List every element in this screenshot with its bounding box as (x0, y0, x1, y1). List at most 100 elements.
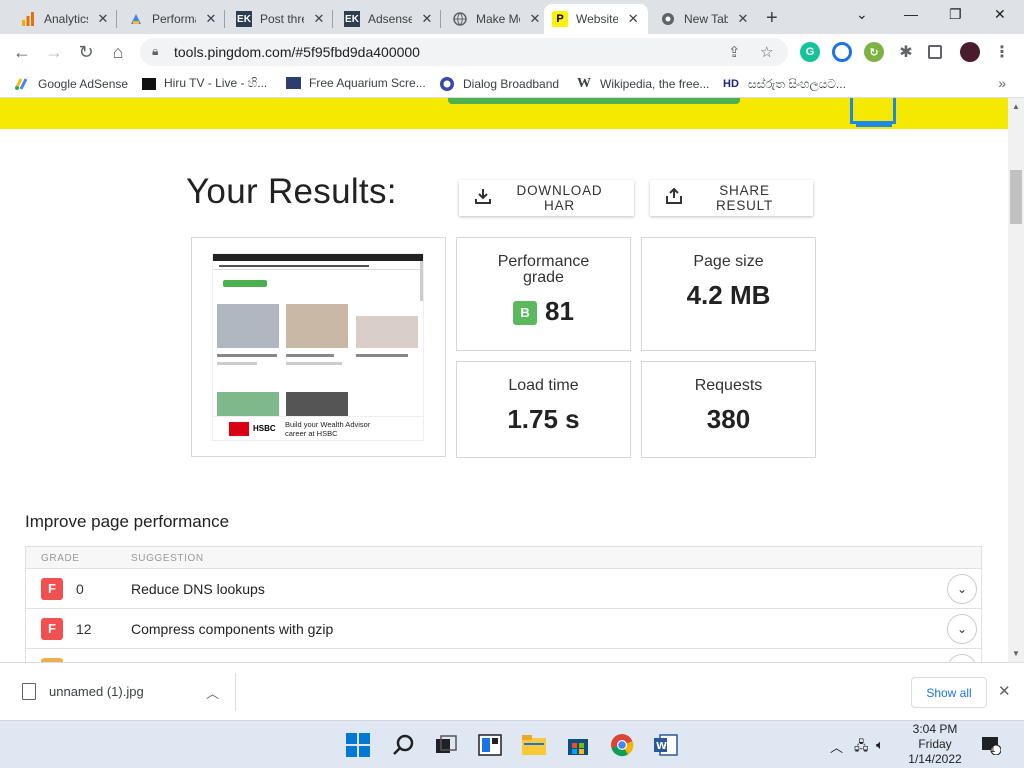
restore-icon[interactable]: ❐ (949, 6, 962, 23)
monitor-stand (856, 124, 892, 127)
reload-icon[interactable]: ↻ (74, 40, 98, 64)
word-icon[interactable]: W (653, 732, 679, 758)
network-icon[interactable]: 🖧︎ (854, 737, 869, 759)
performance-grade-value: B 81 (457, 296, 630, 327)
browser-toolbar: ← → ↻ ⌂ 🔒︎ tools.pingdom.com/#5f95fbd9da… (0, 34, 1024, 70)
notification-count: 1 (990, 744, 996, 755)
widgets-icon[interactable] (477, 732, 503, 758)
close-icon[interactable]: ✕ (736, 11, 750, 27)
tab-analytics[interactable]: Analytics ✕ (12, 4, 118, 34)
performance-grade-label: Performance grade (497, 253, 590, 286)
microsoft-store-icon[interactable] (565, 732, 591, 758)
grade-badge: F (41, 618, 63, 640)
tab-post-thread[interactable]: EK Post thread ✕ (228, 4, 334, 34)
ek-icon: EK (236, 11, 252, 27)
close-icon[interactable]: ✕ (420, 11, 434, 27)
tab-performance[interactable]: Performance ✕ (120, 4, 226, 34)
improve-section-title: Improve page performance (25, 512, 230, 531)
extension-green-icon[interactable]: ↻ (864, 42, 884, 62)
monitor-illustration-icon (850, 98, 896, 124)
bookmark-sinhala[interactable]: HD සස්රුත සිංහලයට... (722, 76, 846, 92)
search-icon[interactable] (390, 732, 416, 758)
lock-icon[interactable]: 🔒︎ (152, 44, 158, 59)
address-bar[interactable]: 🔒︎ tools.pingdom.com/#5f95fbd9da400000 ⇪… (140, 38, 788, 66)
back-icon[interactable]: ← (10, 40, 34, 64)
minimize-icon[interactable]: — (904, 6, 918, 22)
volume-icon[interactable]: 🔈︎ (876, 737, 884, 753)
tab-new-tab[interactable]: New Tab ✕ (652, 4, 758, 34)
chevron-down-icon[interactable]: ⌄ (947, 574, 977, 604)
download-har-button[interactable]: DOWNLOAD HAR (459, 180, 634, 216)
home-icon[interactable]: ⌂ (106, 40, 130, 64)
close-icon[interactable]: ✕ (96, 11, 110, 27)
scroll-up-icon[interactable]: ▲ (1012, 102, 1020, 111)
grammarly-icon[interactable]: G (800, 42, 820, 62)
load-time-label: Load time (508, 377, 579, 394)
more-bookmarks-icon[interactable]: » (998, 75, 1006, 91)
tab-label: Performance (152, 12, 196, 26)
menu-dots-icon[interactable]: ⋮ (992, 42, 1012, 62)
requests-value: 380 (706, 404, 751, 434)
close-icon[interactable]: ✕ (998, 682, 1011, 700)
tab-adsense[interactable]: EK Adsense ✕ (336, 4, 442, 34)
scroll-down-icon[interactable]: ▼ (1012, 649, 1020, 658)
close-icon[interactable]: ✕ (528, 11, 542, 27)
windows-start-icon[interactable] (345, 732, 371, 758)
share-result-button[interactable]: SHARE RESULT (650, 180, 813, 216)
avatar[interactable] (960, 42, 980, 62)
bookmark-google-adsense[interactable]: Google AdSense (14, 76, 128, 92)
download-item[interactable]: unnamed (1).jpg ︿ (14, 673, 236, 711)
puzzle-icon[interactable]: ✱ (896, 42, 916, 62)
score: 12 (76, 621, 92, 637)
chevron-up-icon[interactable]: ︿ (206, 683, 219, 702)
tab-label: Analytics (44, 12, 88, 26)
website-screenshot-card: HSBC Build your Wealth Advisor career at… (191, 237, 446, 457)
bookmark-hiru-tv[interactable]: Hiru TV - Live - හි... (142, 76, 267, 91)
system-clock[interactable]: 3:04 PM Friday 1/14/2022 (904, 722, 966, 767)
chevron-up-icon[interactable]: ︿ (830, 737, 843, 756)
tab-search-icon[interactable]: ⌄ (856, 6, 868, 23)
tab-label: Post thread (260, 12, 304, 26)
task-view-icon[interactable] (433, 732, 459, 758)
load-time-card: Load time 1.75 s (456, 361, 631, 458)
suggestions-table: GRADE SUGGESTION F 0 Reduce DNS lookups … (25, 546, 982, 662)
share-icon[interactable]: ⇪ (728, 43, 741, 61)
extension-circle-icon[interactable] (832, 42, 852, 62)
website-thumbnail: HSBC Build your Wealth Advisor career at… (212, 253, 424, 441)
tab-label: Make Money (476, 12, 520, 26)
ek-icon: EK (344, 11, 360, 27)
table-row[interactable]: ⌄ (26, 649, 981, 662)
close-icon[interactable]: ✕ (204, 11, 218, 27)
close-window-icon[interactable]: ✕ (994, 6, 1006, 23)
suggestion-text: Compress components with gzip (131, 621, 334, 637)
file-explorer-icon[interactable] (521, 732, 547, 758)
close-icon[interactable]: ✕ (626, 11, 640, 27)
bookmark-dialog-broadband[interactable]: Dialog Broadband (439, 76, 559, 92)
bookmark-star-icon[interactable]: ☆ (760, 43, 773, 61)
table-row[interactable]: F 12 Compress components with gzip ⌄ (26, 609, 981, 649)
score: 0 (76, 581, 84, 597)
chevron-down-icon[interactable]: ⌄ (947, 614, 977, 644)
sidepanel-icon[interactable] (928, 45, 942, 59)
new-tab-button[interactable]: + (766, 7, 778, 30)
table-row[interactable]: F 0 Reduce DNS lookups ⌄ (26, 569, 981, 609)
globe-icon (452, 11, 468, 27)
grade-badge: F (41, 578, 63, 600)
bookmark-wikipedia[interactable]: W Wikipedia, the free... (576, 76, 709, 92)
tv-icon (142, 77, 156, 90)
chrome-icon[interactable] (609, 732, 635, 758)
download-icon (475, 188, 491, 209)
page-scrollbar[interactable]: ▲ ▼ (1008, 98, 1024, 662)
gauge-icon (128, 11, 144, 27)
forward-icon[interactable]: → (42, 40, 66, 64)
tab-make-money[interactable]: Make Money ✕ (444, 4, 550, 34)
requests-card: Requests 380 (641, 361, 816, 458)
show-all-button[interactable]: Show all (911, 677, 987, 708)
chevron-down-icon[interactable]: ⌄ (947, 654, 977, 662)
hsbc-logo-icon (229, 422, 249, 436)
tab-website[interactable]: P Website ✕ (544, 4, 648, 34)
scrollbar-thumb[interactable] (1010, 170, 1022, 224)
close-icon[interactable]: ✕ (312, 11, 326, 27)
bookmark-free-aquarium[interactable]: Free Aquarium Scre... (286, 76, 426, 90)
tab-label: Website (576, 12, 619, 26)
